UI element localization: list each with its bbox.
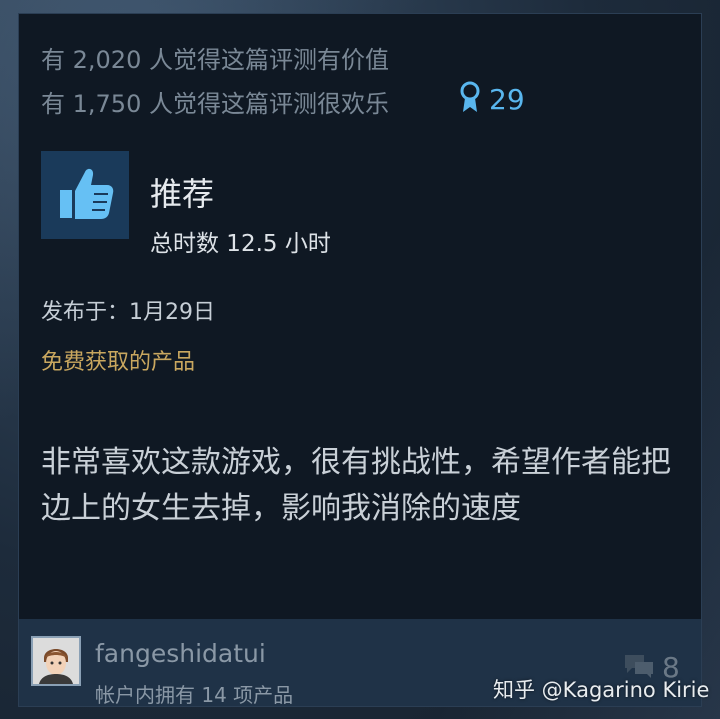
thumbs-up-icon xyxy=(50,158,120,232)
helpful-count-text: 有 2,020 人觉得这篇评测有价值 xyxy=(41,46,389,74)
review-body: 非常喜欢这款游戏，很有挑战性，希望作者能把边上的女生去掉，影响我消除的速度 xyxy=(41,445,671,526)
recommend-thumb xyxy=(41,151,129,239)
funny-count-text: 有 1,750 人觉得这篇评测很欢乐 xyxy=(41,90,389,118)
award-badge[interactable]: 29 xyxy=(457,80,525,118)
award-ribbon-icon xyxy=(457,80,483,118)
avatar[interactable] xyxy=(31,636,81,686)
free-product-label: 免费获取的产品 xyxy=(41,350,196,375)
playtime-text: 总时数 12.5 小时 xyxy=(150,231,331,257)
author-products: 帐户内拥有 14 项产品 xyxy=(95,683,294,707)
watermark: 知乎 @Kagarino Kirie xyxy=(493,678,710,702)
posted-date: 发布于：1月29日 xyxy=(41,300,215,325)
award-count: 29 xyxy=(489,82,525,116)
review-verdict: 推荐 xyxy=(150,175,215,213)
review-card: 有 2,020 人觉得这篇评测有价值 有 1,750 人觉得这篇评测很欢乐 29… xyxy=(18,13,702,707)
author-username[interactable]: fangeshidatui xyxy=(95,639,266,668)
